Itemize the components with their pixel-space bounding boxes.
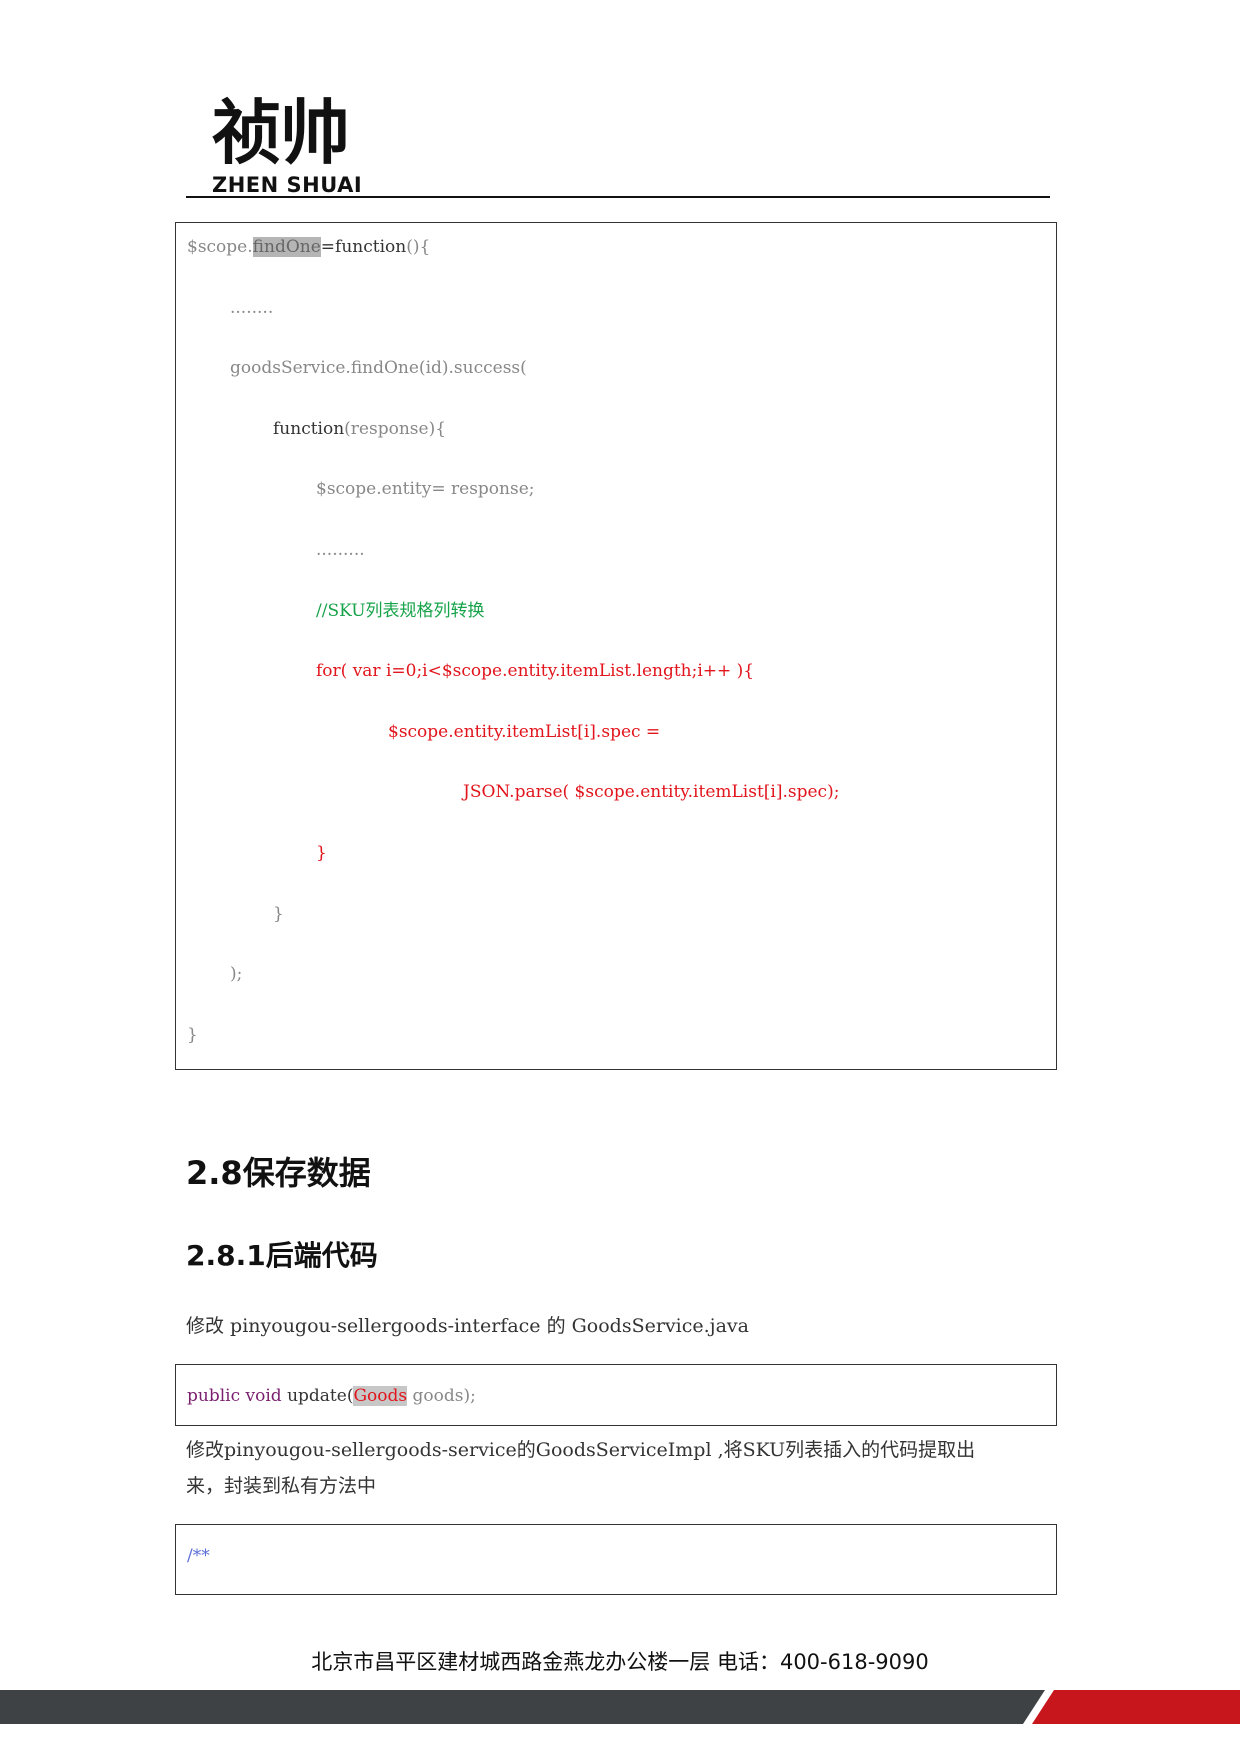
- code-line: }: [316, 843, 327, 863]
- code-line: ........: [230, 298, 273, 318]
- code-token: (){: [406, 237, 431, 257]
- code-line: for( var i=0;i<$scope.entity.itemList.le…: [316, 661, 754, 681]
- code-token: (response){: [344, 418, 447, 439]
- code-line: $scope.entity= response;: [316, 479, 535, 499]
- code-line: //SKU列表规格列转换: [316, 601, 485, 621]
- code-highlight: findOne: [252, 237, 321, 257]
- code-token: goodsService.findOne(id).success(: [230, 358, 527, 379]
- code-line: }: [273, 904, 284, 924]
- code-token: for( var i=0;i<$scope.entity.itemList.le…: [316, 661, 755, 682]
- paragraph-modify-service-line-1: 修改pinyougou-sellergoods-service的GoodsSer…: [186, 1439, 976, 1461]
- footer-color-bar: [0, 1690, 1240, 1724]
- section-heading-2-8: 2.8保存数据: [186, 1154, 371, 1192]
- code-token: $scope.entity.itemList[i].spec =: [388, 721, 661, 742]
- paragraph-modify-interface: 修改 pinyougou-sellergoods-interface 的 Goo…: [186, 1315, 749, 1337]
- footer-address: 北京市昌平区建材城西路金燕龙办公楼一层 电话：400-618-9090: [311, 1650, 929, 1674]
- code-line: function(response){: [273, 419, 446, 439]
- logo-english-text: ZHEN SHUAI: [212, 173, 363, 197]
- code-keyword: public void: [187, 1386, 282, 1406]
- code-token: }: [316, 843, 327, 863]
- code-block-update-signature: public void update(Goods goods);: [175, 1364, 1057, 1426]
- code-token: function: [273, 418, 345, 439]
- code-param: goods);: [407, 1386, 476, 1406]
- header-divider: [186, 196, 1050, 198]
- logo-chinese-text: 祯帅: [212, 92, 350, 174]
- section-heading-2-8-1: 2.8.1后端代码: [186, 1239, 378, 1272]
- code-token: //SKU列表规格列转换: [316, 600, 485, 621]
- code-line: }: [187, 1025, 198, 1045]
- code-line: $scope.entity.itemList[i].spec =: [388, 722, 660, 742]
- code-token: ........: [230, 297, 274, 318]
- paragraph-modify-service-line-2: 来，封装到私有方法中: [186, 1475, 377, 1497]
- code-token: $scope.entity= response;: [316, 479, 535, 500]
- code-type-highlight: Goods: [353, 1386, 408, 1406]
- footer-bar-dark: [0, 1690, 1045, 1724]
- code-token: .........: [316, 540, 365, 560]
- code-line: $scope.findOne=function(){: [187, 237, 430, 257]
- code-block-findone: $scope.findOne=function(){........ goodsS…: [175, 222, 1057, 1070]
- code-line: JSON.parse( $scope.entity.itemList[i].sp…: [463, 782, 839, 802]
- code-token: }: [187, 1024, 198, 1045]
- code-line-javadoc-start: /**: [187, 1546, 210, 1566]
- code-line: goodsService.findOne(id).success(: [230, 358, 527, 378]
- code-token: }: [273, 903, 284, 924]
- code-token: =function: [320, 237, 407, 257]
- code-line-update: public void update(Goods goods);: [187, 1386, 476, 1406]
- code-block-javadoc: /**: [175, 1524, 1057, 1595]
- code-method-name: update(: [281, 1386, 354, 1406]
- code-token: $scope.: [187, 237, 253, 257]
- code-token: );: [230, 964, 243, 985]
- company-logo: 祯帅 ZHEN SHUAI: [212, 95, 362, 196]
- code-line: .........: [316, 540, 365, 560]
- code-token: JSON.parse( $scope.entity.itemList[i].sp…: [463, 782, 840, 803]
- footer-bar-red: [1032, 1690, 1240, 1724]
- code-line: );: [230, 964, 242, 984]
